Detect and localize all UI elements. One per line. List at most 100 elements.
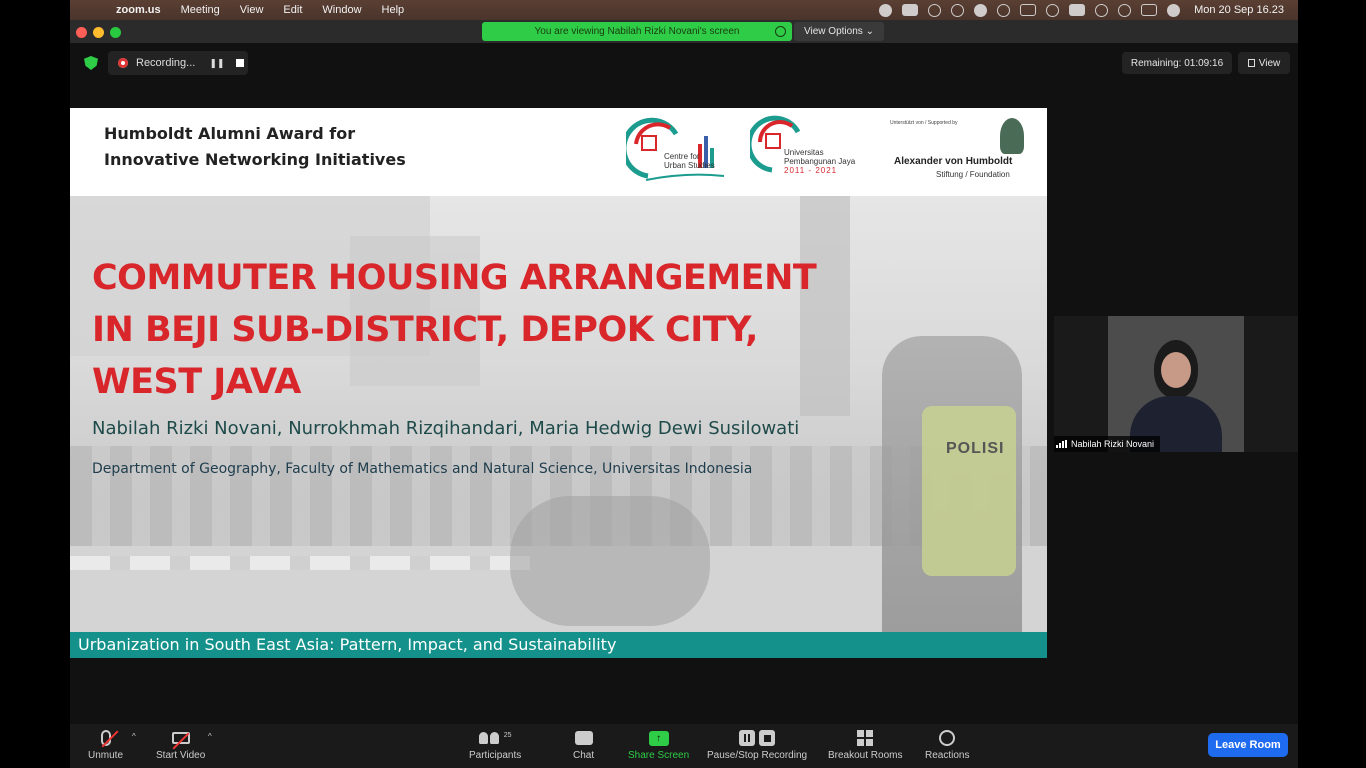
pause-stop-recording-label: Pause/Stop Recording bbox=[707, 750, 808, 761]
humboldt-foundation-logo: Unterstützt von / Supported by Alexander… bbox=[890, 114, 1030, 186]
audio-options-caret-icon[interactable]: ^ bbox=[132, 732, 136, 741]
slide-title-line-3: WEST JAVA bbox=[92, 362, 301, 402]
video-options-caret-icon[interactable]: ^ bbox=[208, 732, 212, 741]
recording-dot-icon bbox=[118, 58, 128, 68]
chat-button[interactable]: Chat bbox=[573, 728, 594, 761]
app-menu: zoom.us Meeting View Edit Window Help bbox=[106, 4, 414, 16]
start-video-label: Start Video bbox=[156, 750, 206, 761]
share-screen-button[interactable]: ↑ Share Screen bbox=[628, 728, 689, 761]
award-title: Humboldt Alumni Award for Innovative Net… bbox=[104, 121, 406, 173]
photo-motorbike bbox=[510, 496, 710, 626]
screen-share-icon[interactable] bbox=[902, 4, 919, 16]
participants-button[interactable]: 25 Participants bbox=[469, 728, 521, 761]
participant-name-label: Nabilah Rizki Novani bbox=[1054, 436, 1161, 452]
status-tray: Mon 20 Sep 16.23 bbox=[879, 3, 1298, 17]
photo-polisi-text: POLISI bbox=[946, 440, 1005, 457]
play-icon[interactable] bbox=[997, 3, 1011, 17]
vh-supported-by: Unterstützt von / Supported by bbox=[890, 120, 958, 126]
cloud-icon[interactable] bbox=[951, 3, 965, 17]
slide-department: Department of Geography, Faculty of Math… bbox=[92, 461, 753, 477]
view-button[interactable]: View bbox=[1238, 52, 1290, 74]
view-options-label: View Options bbox=[804, 26, 863, 37]
menu-view[interactable]: View bbox=[230, 4, 274, 16]
menu-meeting[interactable]: Meeting bbox=[171, 4, 230, 16]
display-icon[interactable] bbox=[1020, 4, 1037, 16]
breakout-rooms-label: Breakout Rooms bbox=[828, 750, 903, 761]
menu-help[interactable]: Help bbox=[372, 4, 415, 16]
unmute-label: Unmute bbox=[88, 750, 124, 761]
slide-title-line-2: IN BEJI SUB-DISTRICT, DEPOK CITY, bbox=[92, 310, 758, 350]
leave-room-button[interactable]: Leave Room bbox=[1208, 733, 1288, 757]
menubar-clock[interactable]: Mon 20 Sep 16.23 bbox=[1194, 4, 1284, 16]
view-button-label: View bbox=[1258, 57, 1281, 69]
security-shield-icon[interactable] bbox=[84, 56, 98, 70]
stop-recording-icon[interactable] bbox=[236, 59, 245, 67]
stop-icon bbox=[759, 730, 776, 746]
participant-video-tile[interactable]: Nabilah Rizki Novani bbox=[1054, 316, 1298, 452]
share-screen-label: Share Screen bbox=[628, 750, 690, 761]
control-center-icon[interactable] bbox=[1141, 4, 1158, 16]
chevron-down-icon: ⌄ bbox=[865, 26, 874, 37]
signal-bars-icon bbox=[1056, 440, 1067, 448]
slide-title-line-1: COMMUTER HOUSING ARRANGEMENT bbox=[92, 258, 817, 298]
remaining-time: Remaining: 01:09:16 bbox=[1122, 52, 1232, 74]
cus-logo-line-2: Urban Studies bbox=[664, 161, 715, 170]
participant-face bbox=[1161, 352, 1191, 388]
viewing-screen-banner: You are viewing Nabilah Rizki Novani's s… bbox=[482, 22, 792, 41]
fullscreen-window-button[interactable] bbox=[110, 27, 121, 38]
view-layout-icon bbox=[1247, 59, 1255, 67]
meeting-toolbar: Unmute ^ Start Video ^ 25 Participants C… bbox=[70, 724, 1298, 768]
share-screen-icon: ↑ bbox=[648, 730, 669, 746]
start-video-button[interactable]: Start Video bbox=[156, 728, 205, 761]
upj-logo-line-2: Pembangunan Jaya bbox=[784, 157, 856, 166]
close-window-button[interactable] bbox=[76, 27, 87, 38]
banner-status-icon bbox=[775, 26, 786, 37]
cus-emblem-icon bbox=[621, 117, 725, 181]
menu-window[interactable]: Window bbox=[312, 4, 371, 16]
macos-menubar: zoom.us Meeting View Edit Window Help Mo… bbox=[70, 0, 1298, 20]
siri-icon[interactable] bbox=[1167, 3, 1181, 17]
reactions-button[interactable]: Reactions bbox=[925, 728, 969, 761]
breakout-rooms-button[interactable]: Breakout Rooms bbox=[828, 728, 902, 761]
minimize-window-button[interactable] bbox=[93, 27, 104, 38]
pause-stop-recording-button[interactable]: Pause/Stop Recording bbox=[707, 728, 807, 761]
pause-stop-icons bbox=[739, 730, 776, 746]
zoom-titlebar: You are viewing Nabilah Rizki Novani's s… bbox=[70, 20, 1298, 44]
award-line-1: Humboldt Alumni Award for bbox=[104, 124, 356, 143]
photo-crosswalk bbox=[70, 556, 530, 570]
participants-count: 25 bbox=[503, 732, 512, 739]
recording-indicator: Recording... ❚❚ bbox=[108, 51, 248, 75]
battery-icon[interactable] bbox=[1069, 4, 1086, 16]
unmute-button[interactable]: Unmute bbox=[88, 728, 123, 761]
record-status-icon[interactable] bbox=[879, 3, 893, 17]
humboldt-bust-icon bbox=[1000, 118, 1024, 154]
camera-off-icon bbox=[171, 732, 190, 750]
centre-urban-studies-logo: Centre for Urban Studies bbox=[621, 114, 730, 186]
upj-logo-years: 2011 - 2021 bbox=[784, 166, 838, 175]
award-line-2: Innovative Networking Initiatives bbox=[104, 150, 406, 169]
viewing-banner-text: You are viewing Nabilah Rizki Novani's s… bbox=[534, 26, 740, 37]
zoom-tray-icon[interactable] bbox=[974, 3, 988, 17]
participants-icon: 25 bbox=[478, 732, 512, 744]
shared-screen-slide: POLISI Humboldt Alumni Award for Innovat… bbox=[70, 108, 1047, 658]
sync-icon[interactable] bbox=[928, 3, 942, 17]
slide-header: Humboldt Alumni Award for Innovative Net… bbox=[70, 108, 1047, 196]
breakout-rooms-icon bbox=[857, 730, 874, 746]
chat-bubble-icon bbox=[574, 731, 593, 745]
wifi-icon[interactable] bbox=[1095, 3, 1109, 17]
participant-name: Nabilah Rizki Novani bbox=[1071, 439, 1155, 449]
reactions-label: Reactions bbox=[925, 750, 970, 761]
slide-authors: Nabilah Rizki Novani, Nurrokhmah Rizqiha… bbox=[92, 418, 800, 439]
pause-recording-icon[interactable]: ❚❚ bbox=[209, 58, 224, 69]
menu-app-name[interactable]: zoom.us bbox=[106, 4, 171, 16]
pause-icon bbox=[739, 730, 756, 746]
meeting-stage: Recording... ❚❚ Remaining: 01:09:16 View… bbox=[70, 44, 1298, 724]
microphone-muted-icon bbox=[100, 730, 118, 748]
reactions-smiley-icon bbox=[939, 730, 956, 746]
bluetooth-icon[interactable] bbox=[1046, 3, 1060, 17]
window-controls bbox=[76, 27, 121, 38]
menu-edit[interactable]: Edit bbox=[273, 4, 312, 16]
slide-footer: Urbanization in South East Asia: Pattern… bbox=[70, 632, 1047, 658]
spotlight-search-icon[interactable] bbox=[1118, 3, 1132, 17]
view-options-button[interactable]: View Options ⌄ bbox=[794, 22, 884, 41]
